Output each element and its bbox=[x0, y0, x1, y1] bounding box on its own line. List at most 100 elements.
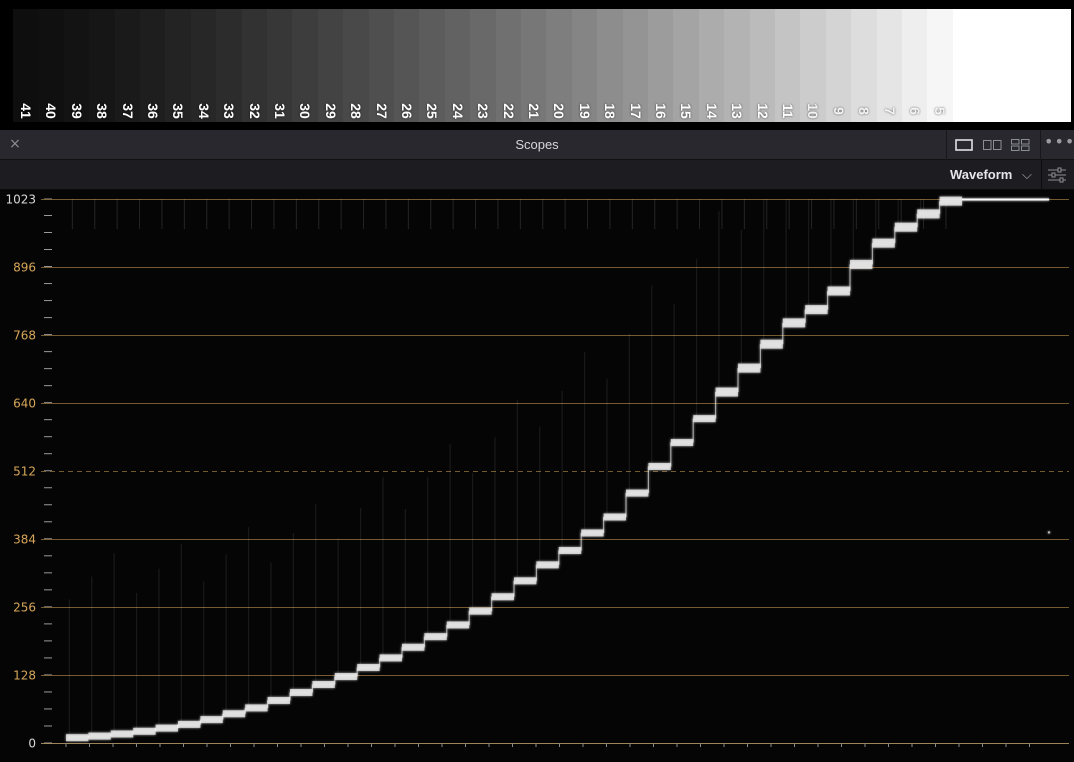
step-number: 27 bbox=[373, 103, 390, 119]
trace-step bbox=[827, 286, 850, 296]
trace-step bbox=[939, 196, 962, 206]
sliders-icon bbox=[1048, 167, 1066, 183]
step-number: 33 bbox=[221, 103, 238, 119]
waveform-scope: 0 128 256 384 512 640 768 896 1023 bbox=[0, 190, 1074, 762]
step-number: 9 bbox=[830, 107, 847, 115]
gray-step: 6 bbox=[902, 9, 928, 122]
trace-step bbox=[469, 607, 492, 615]
trace-step bbox=[581, 529, 604, 537]
gray-step: 41 bbox=[13, 9, 39, 122]
step-number: 12 bbox=[754, 103, 771, 119]
scope-type-label: Waveform bbox=[950, 167, 1013, 182]
trace-step bbox=[357, 663, 380, 671]
trace-step bbox=[693, 415, 716, 423]
gray-step: 23 bbox=[470, 9, 497, 122]
gray-step: 15 bbox=[673, 9, 700, 122]
gray-step: 36 bbox=[140, 9, 166, 122]
step-number: 41 bbox=[18, 103, 34, 119]
trace-step bbox=[446, 621, 470, 629]
gray-step: 17 bbox=[622, 9, 649, 122]
single-view-icon bbox=[955, 139, 973, 151]
trace-step bbox=[738, 363, 761, 373]
scopes-header: × Scopes ••• bbox=[0, 130, 1074, 160]
y-axis-label: 0 bbox=[28, 737, 36, 751]
trace-step bbox=[66, 734, 89, 742]
step-number: 13 bbox=[729, 103, 746, 119]
trace-step bbox=[267, 696, 290, 704]
step-number: 22 bbox=[500, 103, 517, 119]
trace-step bbox=[760, 339, 783, 349]
gray-step: 22 bbox=[495, 9, 522, 122]
step-number: 31 bbox=[272, 103, 288, 119]
chevron-down-icon: ⌵ bbox=[1022, 167, 1032, 182]
scope-settings-button[interactable] bbox=[1043, 163, 1071, 187]
trace-step bbox=[424, 633, 447, 641]
gray-step: 10 bbox=[800, 9, 827, 122]
step-number: 10 bbox=[805, 103, 822, 119]
gray-step: 9 bbox=[825, 9, 852, 122]
close-button[interactable]: × bbox=[6, 135, 24, 153]
step-number: 36 bbox=[145, 103, 161, 119]
gray-step: 11 bbox=[775, 9, 801, 122]
step-number: 11 bbox=[780, 103, 796, 119]
gray-step: 21 bbox=[521, 9, 547, 122]
gray-step: 33 bbox=[216, 9, 243, 122]
gray-step: 27 bbox=[368, 9, 395, 122]
y-axis-label: 896 bbox=[13, 261, 36, 275]
trace-step bbox=[514, 577, 537, 585]
y-axis-label: 128 bbox=[13, 669, 36, 683]
gray-step: 28 bbox=[343, 9, 370, 122]
gray-step: 8 bbox=[851, 9, 878, 122]
trace-step bbox=[178, 720, 201, 728]
step-number: 29 bbox=[322, 103, 339, 119]
trace-step bbox=[491, 593, 514, 601]
gray-step: 16 bbox=[648, 9, 674, 122]
step-number: 24 bbox=[449, 103, 466, 119]
gray-step: 13 bbox=[724, 9, 751, 122]
gray-step: 19 bbox=[571, 9, 598, 122]
trace-step bbox=[88, 732, 111, 740]
more-options-button[interactable]: ••• bbox=[1044, 134, 1074, 155]
step-number: 14 bbox=[703, 103, 720, 119]
y-axis-label: 1023 bbox=[5, 193, 36, 207]
gray-step: 12 bbox=[749, 9, 776, 122]
gray-step: 31 bbox=[267, 9, 293, 122]
trace-step bbox=[290, 688, 313, 696]
gray-step: 39 bbox=[63, 9, 90, 122]
step-number: 25 bbox=[424, 103, 441, 119]
step-number: 20 bbox=[551, 103, 568, 119]
trace-step bbox=[536, 561, 559, 569]
trace-step bbox=[155, 724, 178, 732]
step-number: 38 bbox=[94, 103, 111, 119]
gray-step: 37 bbox=[114, 9, 141, 122]
quad-view-button[interactable] bbox=[1007, 135, 1033, 155]
dual-view-button[interactable] bbox=[979, 135, 1005, 155]
step-number: 39 bbox=[68, 103, 85, 119]
step-number: 32 bbox=[246, 103, 263, 119]
trace-step bbox=[805, 305, 828, 315]
trace-step bbox=[402, 643, 425, 651]
gray-step: 26 bbox=[394, 9, 420, 122]
step-number: 37 bbox=[119, 103, 136, 119]
gray-step: 29 bbox=[317, 9, 344, 122]
step-number: 5 bbox=[932, 107, 949, 115]
trace-step bbox=[715, 387, 738, 397]
gray-step: 24 bbox=[444, 9, 471, 122]
single-view-button[interactable] bbox=[951, 135, 977, 155]
trace-step bbox=[245, 704, 268, 712]
step-number: 35 bbox=[170, 103, 187, 119]
waveform-plot: 0 128 256 384 512 640 768 896 1023 bbox=[5, 193, 1069, 751]
trace-step bbox=[648, 462, 671, 470]
gray-step: 35 bbox=[165, 9, 192, 122]
gray-step: 5 bbox=[927, 9, 954, 122]
panel-title: Scopes bbox=[515, 137, 559, 152]
trace-step bbox=[558, 546, 582, 554]
trace-step bbox=[894, 222, 918, 232]
step-number: 40 bbox=[43, 103, 60, 119]
scope-type-dropdown[interactable]: Waveform ⌵ bbox=[944, 165, 1040, 185]
step-number: 19 bbox=[576, 103, 593, 119]
gray-step: 38 bbox=[89, 9, 116, 122]
step-number: 6 bbox=[907, 107, 923, 115]
step-number: 17 bbox=[627, 103, 644, 119]
gray-step: 20 bbox=[546, 9, 573, 122]
